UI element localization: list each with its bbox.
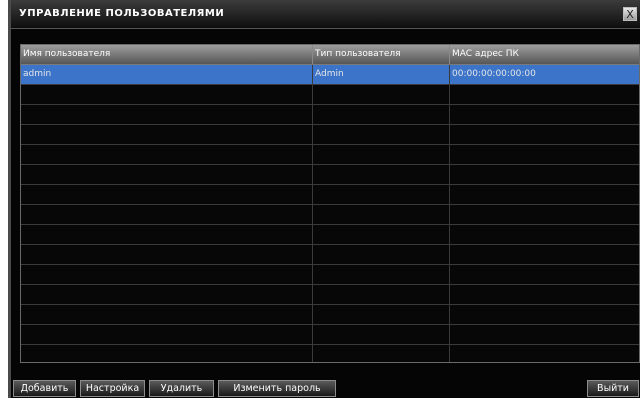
cell-username	[21, 185, 313, 204]
table-row[interactable]	[21, 105, 639, 125]
table-row[interactable]	[21, 285, 639, 305]
cell-mac-address	[450, 185, 639, 204]
table-row[interactable]	[21, 145, 639, 165]
delete-button[interactable]: Удалить	[149, 380, 214, 397]
cell-mac-address	[450, 345, 639, 362]
exit-button[interactable]: Выйти	[587, 380, 639, 397]
table-row[interactable]	[21, 125, 639, 145]
change-password-button[interactable]: Изменить пароль	[218, 380, 336, 397]
column-header-username[interactable]: Имя пользователя	[21, 45, 313, 64]
cell-mac-address	[450, 205, 639, 224]
cell-user-type	[313, 265, 450, 284]
table-row[interactable]	[21, 305, 639, 325]
cell-username	[21, 285, 313, 304]
column-header-mac-address[interactable]: MAC адрес ПК	[450, 45, 639, 64]
cell-username	[21, 105, 313, 124]
cell-mac-address: 00:00:00:00:00:00	[452, 69, 536, 79]
cell-username	[21, 165, 313, 184]
cell-user-type	[313, 325, 450, 344]
table-row[interactable]	[21, 245, 639, 265]
cell-username	[21, 205, 313, 224]
cell-user-type	[313, 305, 450, 324]
button-bar: Добавить Настройка Удалить Изменить паро…	[11, 378, 640, 398]
setup-button[interactable]: Настройка	[80, 380, 145, 397]
cell-username	[21, 345, 313, 362]
cell-user-type	[313, 225, 450, 244]
cell-user-type	[313, 145, 450, 164]
user-management-window: УПРАВЛЕНИЕ ПОЛЬЗОВАТЕЛЯМИ X Имя пользова…	[8, 0, 640, 398]
cell-user-type	[313, 205, 450, 224]
table-row[interactable]	[21, 205, 639, 225]
cell-user-type	[313, 245, 450, 264]
table-row[interactable]	[21, 345, 639, 362]
cell-mac-address	[450, 265, 639, 284]
cell-mac-address	[450, 245, 639, 264]
cell-user-type	[313, 165, 450, 184]
table-row[interactable]	[21, 85, 639, 105]
cell-username	[21, 245, 313, 264]
table-row[interactable]	[21, 165, 639, 185]
table-row[interactable]: admin Admin 00:00:00:00:00:00	[21, 65, 639, 85]
cell-mac-address	[450, 125, 639, 144]
table-row[interactable]	[21, 325, 639, 345]
table-row[interactable]	[21, 265, 639, 285]
cell-mac-address	[450, 145, 639, 164]
cell-user-type	[313, 125, 450, 144]
cell-username	[21, 225, 313, 244]
cell-username	[21, 125, 313, 144]
cell-mac-address	[450, 85, 639, 104]
cell-username	[21, 305, 313, 324]
add-button[interactable]: Добавить	[13, 380, 76, 397]
column-header-user-type[interactable]: Тип пользователя	[313, 45, 450, 64]
cell-user-type	[313, 105, 450, 124]
cell-user-type	[313, 345, 450, 362]
window-title: УПРАВЛЕНИЕ ПОЛЬЗОВАТЕЛЯМИ	[19, 8, 225, 19]
cell-mac-address	[450, 325, 639, 344]
table-body: admin Admin 00:00:00:00:00:00	[21, 65, 639, 362]
cell-username	[21, 325, 313, 344]
cell-user-type	[313, 185, 450, 204]
cell-user-type: Admin	[313, 65, 450, 84]
cell-mac-address	[450, 105, 639, 124]
table-header: Имя пользователя Тип пользователя MAC ад…	[21, 45, 639, 65]
close-icon: X	[626, 8, 634, 21]
user-table: Имя пользователя Тип пользователя MAC ад…	[20, 44, 640, 363]
cell-mac-address	[450, 225, 639, 244]
close-button[interactable]: X	[623, 7, 637, 21]
title-bar: УПРАВЛЕНИЕ ПОЛЬЗОВАТЕЛЯМИ X	[11, 0, 640, 29]
cell-user-type	[313, 285, 450, 304]
table-row[interactable]	[21, 185, 639, 205]
cell-username: admin	[21, 65, 313, 84]
cell-username	[21, 85, 313, 104]
cell-mac-address	[450, 305, 639, 324]
cell-user-type	[313, 85, 450, 104]
cell-username	[21, 145, 313, 164]
cell-mac-address	[450, 165, 639, 184]
cell-username	[21, 265, 313, 284]
cell-mac-address	[450, 285, 639, 304]
table-row[interactable]	[21, 225, 639, 245]
